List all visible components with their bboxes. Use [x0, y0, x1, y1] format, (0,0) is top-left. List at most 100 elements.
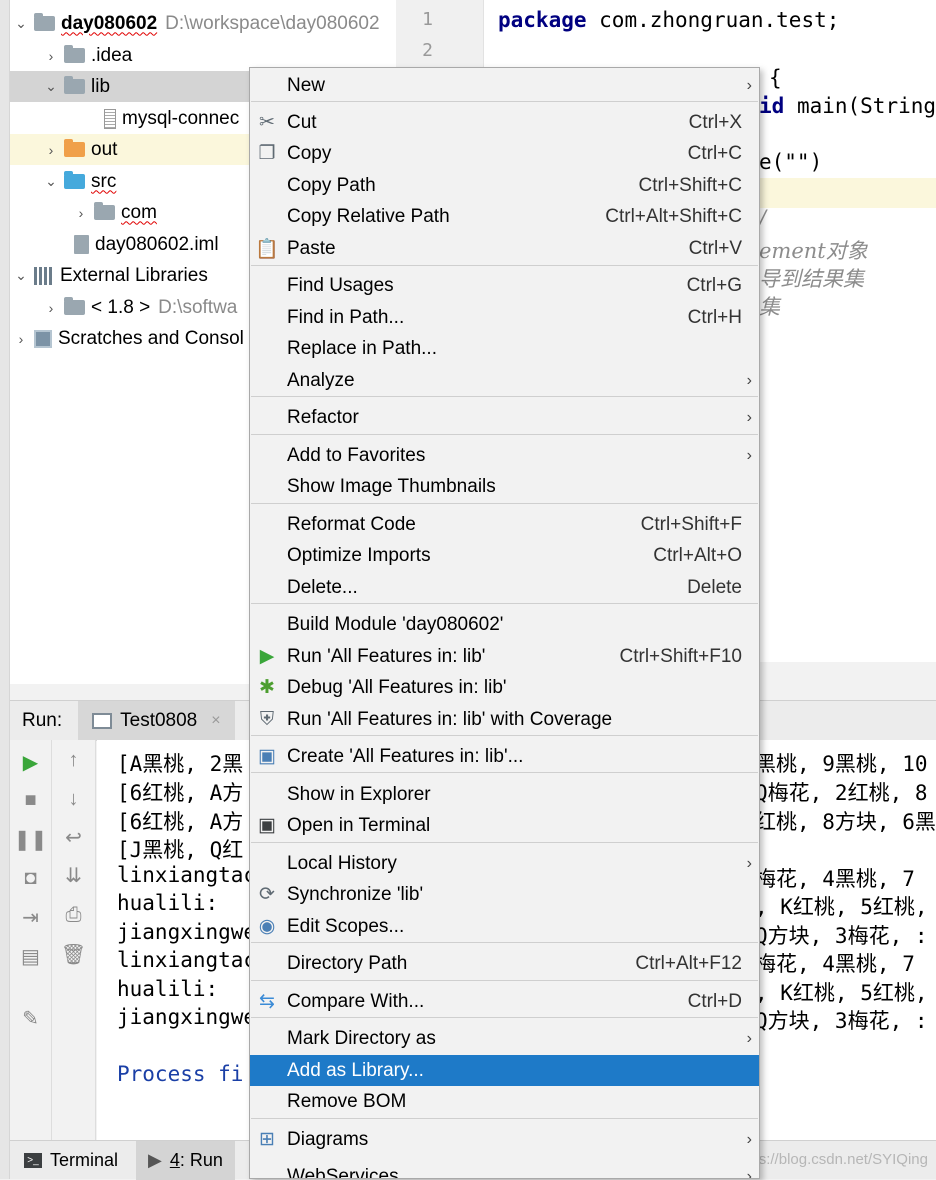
menu-item-replace-in-path[interactable]: Replace in Path... — [250, 333, 759, 364]
menu-separator — [251, 265, 758, 266]
menu-item-mark-directory-as[interactable]: Mark Directory as › — [250, 1023, 759, 1054]
menu-item-reformat-code[interactable]: Reformat Code Ctrl+Shift+F — [250, 509, 759, 540]
chevron-down-icon[interactable]: ⌄ — [40, 173, 62, 190]
menu-item-delete[interactable]: Delete... Delete — [250, 572, 759, 603]
menu-item-copy[interactable]: ❐ Copy Ctrl+C — [250, 138, 759, 169]
pin-icon[interactable]: ✎ — [10, 1002, 51, 1034]
menu-item-compare-with[interactable]: ⇆ Compare With... Ctrl+D — [250, 986, 759, 1017]
menu-item-shortcut: Ctrl+Shift+C — [638, 174, 742, 196]
chevron-right-icon[interactable]: › — [10, 331, 32, 347]
chevron-right-icon[interactable]: › — [40, 142, 62, 158]
scratches-icon — [34, 329, 52, 348]
menu-item-shortcut: Ctrl+Alt+F12 — [635, 952, 742, 974]
menu-item-add-as-library[interactable]: Add as Library... — [250, 1055, 759, 1086]
run-tab-label: Test0808 — [120, 709, 198, 731]
menu-item-label: Synchronize 'lib' — [287, 883, 424, 905]
run-label: Run: — [22, 709, 63, 731]
menu-separator — [251, 772, 758, 773]
menu-item-find-in-path[interactable]: Find in Path... Ctrl+H — [250, 302, 759, 333]
menu-item-label: Create 'All Features in: lib'... — [287, 745, 524, 767]
menu-item-debug-all-features-in-lib[interactable]: ✱ Debug 'All Features in: lib' — [250, 672, 759, 703]
menu-item-build-module-day080602[interactable]: Build Module 'day080602' — [250, 609, 759, 640]
arrow-up-icon[interactable]: ↑ — [52, 744, 95, 776]
code-text: e("") — [759, 150, 823, 174]
menu-item-diagrams[interactable]: ⊞ Diagrams › — [250, 1124, 759, 1155]
arrow-down-icon[interactable]: ↓ — [52, 783, 95, 815]
login-icon[interactable]: ⇥ — [10, 901, 51, 933]
scissors-icon: ✂ — [259, 112, 275, 133]
menu-item-webservices[interactable]: WebServices › — [250, 1161, 759, 1179]
menu-separator — [251, 1017, 758, 1018]
menu-separator — [251, 942, 758, 943]
menu-item-label: Diagrams — [287, 1128, 369, 1150]
menu-item-optimize-imports[interactable]: Optimize Imports Ctrl+Alt+O — [250, 540, 759, 571]
console-line: 梅花, 4黑桃, 7 — [755, 952, 915, 976]
menu-item-label: Build Module 'day080602' — [287, 613, 504, 635]
tree-label: src — [91, 170, 117, 192]
left-tool-strip — [0, 0, 10, 1179]
scroll-to-end-icon[interactable]: ⇊ — [52, 859, 95, 891]
code-line-4: id main(String — [759, 94, 936, 118]
console-line: [6红桃, A方 — [117, 781, 244, 805]
pause-icon[interactable]: ❚❚ — [10, 823, 51, 855]
chevron-down-icon[interactable]: ⌄ — [10, 15, 32, 32]
menu-item-shortcut: Ctrl+Alt+O — [653, 544, 742, 566]
print-icon[interactable]: ⎙ — [52, 899, 95, 931]
menu-item-create-all-features-in-lib[interactable]: ▣ Create 'All Features in: lib'... — [250, 741, 759, 772]
tree-label: lib — [91, 75, 111, 97]
menu-item-open-in-terminal[interactable]: ▣ Open in Terminal — [250, 810, 759, 841]
camera-icon[interactable]: ◘ — [10, 862, 51, 894]
console-line: hualili: — [117, 891, 219, 915]
menu-item-remove-bom[interactable]: Remove BOM — [250, 1086, 759, 1117]
run-bottom-tab[interactable]: ▶ 4: Run — [136, 1141, 235, 1180]
console-line: [6红桃, A方 — [117, 810, 244, 834]
rerun-icon[interactable]: ▶ — [10, 746, 51, 778]
menu-item-show-in-explorer[interactable]: Show in Explorer — [250, 779, 759, 810]
chevron-right-icon[interactable]: › — [70, 205, 92, 221]
package-icon — [94, 202, 115, 220]
chevron-right-icon[interactable]: › — [40, 48, 62, 64]
menu-item-analyze[interactable]: Analyze › — [250, 365, 759, 396]
code-keyword: id — [759, 94, 785, 118]
menu-item-run-all-features-in-lib[interactable]: ▶ Run 'All Features in: lib' Ctrl+Shift+F1… — [250, 641, 759, 672]
soft-wrap-icon[interactable]: ↩ — [52, 821, 95, 853]
coverage-icon: ⛨ — [259, 708, 275, 730]
chevron-right-icon: › — [746, 76, 752, 94]
chevron-right-icon[interactable]: › — [40, 300, 62, 316]
menu-item-add-to-favorites[interactable]: Add to Favorites › — [250, 440, 759, 471]
tree-row-project-root[interactable]: ⌄ day080602 D:\workspace\day080602 — [10, 8, 396, 39]
menu-item-edit-scopes[interactable]: ◉ Edit Scopes... — [250, 911, 759, 942]
code-text: main(String — [784, 94, 936, 118]
menu-item-run-all-features-in-lib-with-coverage[interactable]: ⛨ Run 'All Features in: lib' with Coverag… — [250, 704, 759, 735]
chevron-down-icon[interactable]: ⌄ — [40, 78, 62, 95]
chevron-right-icon: › — [746, 408, 752, 426]
menu-item-refactor[interactable]: Refactor › — [250, 402, 759, 433]
menu-item-new[interactable]: New › — [250, 70, 759, 101]
menu-item-find-usages[interactable]: Find Usages Ctrl+G — [250, 270, 759, 301]
menu-item-copy-path[interactable]: Copy Path Ctrl+Shift+C — [250, 170, 759, 201]
code-comment: 导到结果集 — [759, 267, 864, 291]
tree-label: External Libraries — [60, 264, 208, 286]
console-line: 黑桃, 9黑桃, 10 — [755, 752, 928, 776]
menu-item-local-history[interactable]: Local History › — [250, 848, 759, 879]
console-line: 红桃, 8方块, 6黑 — [755, 810, 936, 834]
stop-icon[interactable]: ■ — [10, 784, 51, 816]
menu-item-copy-relative-path[interactable]: Copy Relative Path Ctrl+Alt+Shift+C — [250, 201, 759, 232]
menu-item-cut[interactable]: ✂ Cut Ctrl+X — [250, 107, 759, 138]
chevron-right-icon: › — [746, 1029, 752, 1047]
menu-item-directory-path[interactable]: Directory Path Ctrl+Alt+F12 — [250, 948, 759, 979]
menu-separator — [251, 980, 758, 981]
run-tab[interactable]: Test0808 × — [78, 700, 235, 741]
menu-item-synchronize-lib[interactable]: ⟳ Synchronize 'lib' — [250, 879, 759, 910]
jdk-icon — [64, 297, 85, 315]
trash-icon[interactable]: 🗑 — [52, 938, 95, 970]
chevron-down-icon[interactable]: ⌄ — [10, 267, 32, 284]
code-comment: 集 — [759, 295, 780, 319]
layout-icon[interactable]: ▤ — [10, 940, 51, 972]
iml-file-icon — [74, 235, 89, 254]
menu-item-paste[interactable]: 📋 Paste Ctrl+V — [250, 233, 759, 264]
close-icon[interactable]: × — [211, 712, 220, 730]
menu-item-show-image-thumbnails[interactable]: Show Image Thumbnails — [250, 471, 759, 502]
terminal-tab[interactable]: >_ Terminal — [12, 1141, 130, 1180]
menu-separator — [251, 503, 758, 504]
